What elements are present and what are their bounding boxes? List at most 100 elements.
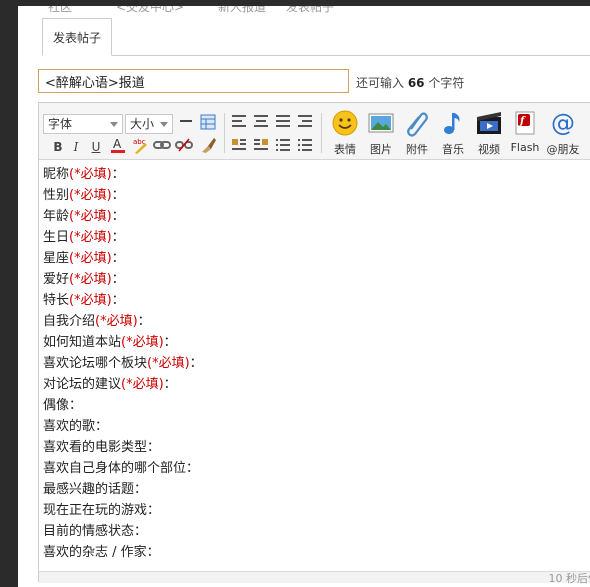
tab-new-post[interactable]: 发表帖子 <box>42 18 112 56</box>
music-button[interactable]: 音乐 <box>433 109 473 157</box>
colon: ： <box>147 440 161 455</box>
required-mark: (*必填) <box>69 188 112 203</box>
subject-input[interactable] <box>38 69 349 93</box>
required-mark: (*必填) <box>69 230 112 245</box>
font-family-select[interactable]: 字体 <box>43 114 123 134</box>
svg-text:@: @ <box>551 109 575 137</box>
subject-hint-prefix: 还可输入 <box>356 76 408 90</box>
bold-button[interactable]: B <box>49 138 67 156</box>
field-label: 昵称 <box>43 167 70 182</box>
autosave-status: 10 秒后保 <box>548 572 590 585</box>
rich-text-editor: 字体 大小 B I U A abc 表情 图片 附件 音乐 视频 f Flash… <box>38 102 590 585</box>
link-icon[interactable] <box>153 138 171 156</box>
content-line: 年龄(*必填)： <box>43 206 590 227</box>
required-mark: (*必填) <box>69 293 112 308</box>
clear-format-icon[interactable] <box>199 136 217 154</box>
image-label: 图片 <box>370 143 392 156</box>
video-button[interactable]: 视频 <box>469 109 509 157</box>
editor-content-area[interactable]: 昵称(*必填)： 性别(*必填)： 年龄(*必填)： 生日(*必填)： 星座(*必填)：… <box>39 160 590 571</box>
content-line: 喜欢看的电影类型： <box>43 437 590 458</box>
align-center-icon[interactable] <box>252 114 270 132</box>
flash-button[interactable]: f Flash <box>505 109 545 157</box>
breadcrumb-item[interactable]: <交友中心> <box>116 6 184 15</box>
mention-friend-button[interactable]: @ @朋友 <box>543 109 583 157</box>
font-size-select[interactable]: 大小 <box>125 114 173 134</box>
unordered-list-icon[interactable] <box>296 138 314 156</box>
chevron-down-icon <box>160 122 168 127</box>
highlight-icon[interactable]: abc <box>131 136 149 154</box>
colon: ： <box>186 461 200 476</box>
content-line: 喜欢自己身体的哪个部位： <box>43 458 590 479</box>
content-line: 星座(*必填)： <box>43 248 590 269</box>
paperclip-icon <box>407 112 428 137</box>
field-label: 生日 <box>43 230 70 245</box>
chevron-down-icon <box>110 122 118 127</box>
at-icon: @ <box>551 109 575 137</box>
mention-friend-label: @朋友 <box>546 143 580 156</box>
field-label: 自我介绍 <box>43 314 96 329</box>
content-line: 特长(*必填)： <box>43 290 590 311</box>
float-left-icon[interactable] <box>230 138 248 156</box>
subject-row: 还可输入 66 个字符 <box>38 69 590 99</box>
field-label: 最感兴趣的话题 <box>43 482 135 497</box>
required-mark: (*必填) <box>121 377 164 392</box>
content-line: 昵称(*必填)： <box>43 164 590 185</box>
align-justify-icon[interactable] <box>274 114 292 132</box>
field-label: 偶像 <box>43 398 70 413</box>
font-family-select-label: 字体 <box>48 117 73 131</box>
colon: ： <box>95 419 109 434</box>
flash-icon: f <box>515 111 535 135</box>
colon: ： <box>147 503 161 518</box>
colon: ： <box>134 524 148 539</box>
field-label: 喜欢论坛哪个板块 <box>43 356 148 371</box>
colon: ： <box>163 377 177 392</box>
content-line: 最感兴趣的话题： <box>43 479 590 500</box>
content-line: 对论坛的建议(*必填)： <box>43 374 590 395</box>
emoticon-button[interactable]: 表情 <box>325 109 365 157</box>
editor-toolbar: 字体 大小 B I U A abc 表情 图片 附件 音乐 视频 f Flash… <box>39 103 590 160</box>
colon: ： <box>111 272 125 287</box>
subject-char-hint: 还可输入 66 个字符 <box>356 74 464 91</box>
field-label: 爱好 <box>43 272 70 287</box>
content-line: 喜欢论坛哪个板块(*必填)： <box>43 353 590 374</box>
font-size-select-label: 大小 <box>130 117 155 131</box>
breadcrumb-item[interactable]: 新人报道 <box>218 6 266 15</box>
ordered-list-icon[interactable] <box>274 138 292 156</box>
horizontal-rule-icon[interactable] <box>177 114 195 132</box>
content-line: 目前的情感状态： <box>43 521 590 542</box>
content-line: 性别(*必填)： <box>43 185 590 206</box>
field-label: 喜欢自己身体的哪个部位 <box>43 461 187 476</box>
content-line: 喜欢的杂志 / 作家： <box>43 542 590 563</box>
required-mark: (*必填) <box>69 209 112 224</box>
colon: ： <box>137 314 151 329</box>
colon: ： <box>111 251 125 266</box>
field-label: 性别 <box>43 188 70 203</box>
align-right-icon[interactable] <box>296 114 314 132</box>
underline-button[interactable]: U <box>87 138 105 156</box>
field-label: 特长 <box>43 293 70 308</box>
attachment-button[interactable]: 附件 <box>397 109 437 157</box>
colon: ： <box>111 188 125 203</box>
image-button[interactable]: 图片 <box>361 109 401 157</box>
colon: ： <box>134 482 148 497</box>
unlink-icon[interactable] <box>175 138 193 156</box>
subject-remaining-count: 66 <box>407 76 425 90</box>
field-label: 年龄 <box>43 209 70 224</box>
field-label: 现在正在玩的游戏 <box>43 503 148 518</box>
content-line: 自我介绍(*必填)： <box>43 311 590 332</box>
align-left-icon[interactable] <box>230 114 248 132</box>
breadcrumb-item[interactable]: 社区 <box>48 6 72 15</box>
smiley-icon <box>332 110 358 136</box>
colon: ： <box>69 398 83 413</box>
field-label: 喜欢的歌 <box>43 419 96 434</box>
float-right-icon[interactable] <box>252 138 270 156</box>
field-label: 星座 <box>43 251 70 266</box>
music-note-icon <box>444 113 460 134</box>
italic-button[interactable]: I <box>67 138 85 156</box>
field-label: 目前的情感状态 <box>43 524 135 539</box>
table-icon[interactable] <box>199 114 217 132</box>
content-line: 爱好(*必填)： <box>43 269 590 290</box>
tab-bar: 发表帖子 <box>42 18 590 56</box>
font-color-icon[interactable]: A <box>109 136 127 154</box>
required-mark: (*必填) <box>69 167 112 182</box>
